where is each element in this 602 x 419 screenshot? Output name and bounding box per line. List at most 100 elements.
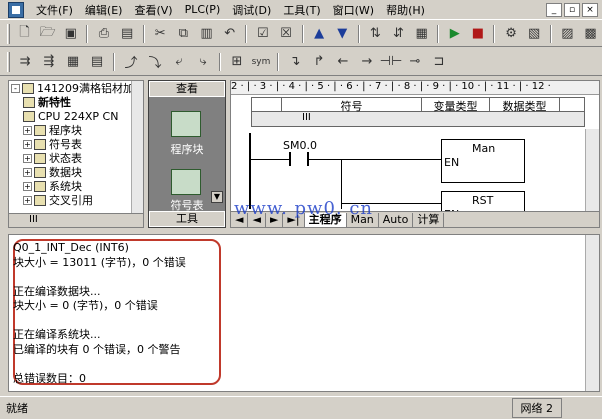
download-icon[interactable]: ▼: [333, 24, 352, 44]
settings-icon[interactable]: ▩: [581, 24, 600, 44]
restore-button[interactable]: ▫: [564, 2, 580, 17]
tree-item[interactable]: -141209满格铝材加: [9, 81, 143, 95]
compile-icon[interactable]: ☑: [253, 24, 272, 44]
print-icon[interactable]: ⎙: [94, 24, 113, 44]
tree-item[interactable]: + 程序块: [9, 123, 143, 137]
symbol-table-nav-icon[interactable]: [171, 169, 201, 195]
contact-icon[interactable]: ⊣⊢: [380, 52, 403, 72]
variable-table-hscroll[interactable]: III: [252, 112, 584, 126]
expand-icon[interactable]: +: [23, 125, 32, 135]
watermark-text: www. pw0. cn: [234, 198, 374, 219]
box-icon[interactable]: ⊐: [429, 52, 449, 72]
variable-table-header: 符号 变量类型 数据类型: [252, 98, 584, 113]
program-status-icon[interactable]: ⚙: [501, 24, 520, 44]
expand-icon[interactable]: +: [23, 195, 32, 205]
expand-icon[interactable]: +: [23, 153, 32, 163]
compile-all-icon[interactable]: ☒: [276, 24, 295, 44]
tree-item[interactable]: + 状态表: [9, 151, 143, 165]
stop-icon[interactable]: ■: [468, 24, 487, 44]
app-icon: [8, 1, 24, 18]
toolbar-separator: [277, 52, 279, 71]
sort-desc-icon[interactable]: ⇵: [389, 24, 408, 44]
tree-item-icon: [34, 166, 46, 178]
menu-plc[interactable]: PLC(P): [179, 3, 227, 16]
bookmark-next-icon[interactable]: ⤵: [145, 52, 165, 72]
save-icon[interactable]: ▣: [61, 24, 80, 44]
tree-item[interactable]: CPU 224XP CN: [9, 109, 143, 123]
nav-scroll-down-icon[interactable]: ▼: [211, 191, 223, 203]
close-button[interactable]: ×: [582, 2, 598, 17]
tree-item[interactable]: + 系统块: [9, 179, 143, 193]
tree-vertical-scrollbar[interactable]: [131, 81, 143, 215]
bookmark-clear-icon[interactable]: ⤷: [193, 52, 213, 72]
symbol-addressing-icon[interactable]: sym: [251, 52, 271, 72]
new-icon[interactable]: 🗋: [15, 24, 34, 44]
menu-tools[interactable]: 工具(T): [277, 2, 326, 18]
expand-icon[interactable]: +: [23, 139, 32, 149]
paste-icon[interactable]: ▥: [197, 24, 216, 44]
menu-edit[interactable]: 编辑(E): [79, 2, 129, 18]
call-box-man[interactable]: Man EN: [441, 139, 525, 183]
tree-item-icon: [22, 82, 34, 94]
tree-item[interactable]: + 数据块: [9, 165, 143, 179]
tree-item[interactable]: + 交叉引用: [9, 193, 143, 207]
zoom-icon[interactable]: ▦: [63, 52, 83, 72]
menu-view[interactable]: 查看(V): [128, 2, 178, 18]
bookmark-toggle-icon[interactable]: ⤴: [121, 52, 141, 72]
menu-help[interactable]: 帮助(H): [380, 2, 431, 18]
tab-calc[interactable]: 计算: [413, 212, 445, 227]
program-block-icon[interactable]: [171, 111, 201, 137]
coil-icon[interactable]: ⊸: [405, 52, 425, 72]
symbol-table-icon[interactable]: ⊞: [227, 52, 247, 72]
preview-icon[interactable]: ▤: [118, 24, 137, 44]
options-icon[interactable]: ▦: [412, 24, 431, 44]
tab-auto[interactable]: Auto: [379, 212, 414, 227]
toolbar-grip[interactable]: [7, 51, 10, 72]
tree-horizontal-scrollbar[interactable]: III: [9, 213, 143, 227]
menu-debug[interactable]: 调试(D): [226, 2, 277, 18]
minimize-button[interactable]: _: [546, 2, 562, 17]
undo-icon[interactable]: ↶: [220, 24, 239, 44]
contact-label[interactable]: SM0.0: [283, 139, 317, 152]
nav-item-program-block[interactable]: 程序块: [149, 141, 225, 157]
line-up-icon[interactable]: ↱: [309, 52, 329, 72]
toolbar-grip[interactable]: [7, 23, 10, 44]
editor-vertical-scrollbar[interactable]: [585, 129, 599, 213]
line-down-icon[interactable]: ↴: [285, 52, 305, 72]
bookmark-prev-icon[interactable]: ⤶: [169, 52, 189, 72]
run-icon[interactable]: ▶: [445, 24, 464, 44]
output-window: Q0_1_INT_Dec (INT6) 块大小 = 13011 (字节)，0 个错…: [8, 234, 600, 392]
normally-open-contact-icon[interactable]: [289, 152, 309, 166]
project-tree: -141209满格铝材加 新特性 CPU 224XP CN + 程序块 + 符号表 + 状态表 +…: [8, 80, 144, 228]
insert-network-icon[interactable]: ⇉: [15, 52, 35, 72]
sort-asc-icon[interactable]: ⇅: [366, 24, 385, 44]
line-left-icon[interactable]: ←: [333, 52, 353, 72]
line-right-icon[interactable]: →: [357, 52, 377, 72]
expand-icon[interactable]: +: [23, 181, 32, 191]
copy-icon[interactable]: ⧉: [174, 24, 193, 44]
collapse-icon[interactable]: -: [11, 83, 20, 93]
open-icon[interactable]: 🗁: [38, 24, 57, 44]
tree-item[interactable]: 新特性: [9, 95, 143, 109]
nav-view-header[interactable]: 查看: [149, 81, 225, 97]
status-ready: 就绪: [6, 402, 28, 415]
variable-table-hscroll-grip[interactable]: III: [302, 112, 311, 123]
tree-item-icon: [34, 124, 46, 136]
toolbar-separator: [245, 24, 248, 43]
tree-hscroll-grip[interactable]: III: [29, 214, 38, 225]
delete-network-icon[interactable]: ⇶: [39, 52, 59, 72]
expand-icon[interactable]: +: [23, 167, 32, 177]
nav-tools-footer[interactable]: 工具: [149, 211, 225, 227]
menu-window[interactable]: 窗口(W): [327, 2, 380, 18]
status-table-icon[interactable]: ▨: [558, 24, 577, 44]
tree-item-label: 新特性: [38, 96, 71, 109]
tree-item[interactable]: + 符号表: [9, 137, 143, 151]
chart-status-icon[interactable]: ▧: [525, 24, 544, 44]
cut-icon[interactable]: ✂: [151, 24, 170, 44]
binary-icon[interactable]: ▤: [87, 52, 107, 72]
output-vertical-scrollbar[interactable]: [585, 235, 599, 391]
menu-file[interactable]: 文件(F): [30, 2, 79, 18]
output-line: 已编译的块有 0 个错误，0 个警告: [13, 342, 181, 356]
upload-icon[interactable]: ▲: [310, 24, 329, 44]
